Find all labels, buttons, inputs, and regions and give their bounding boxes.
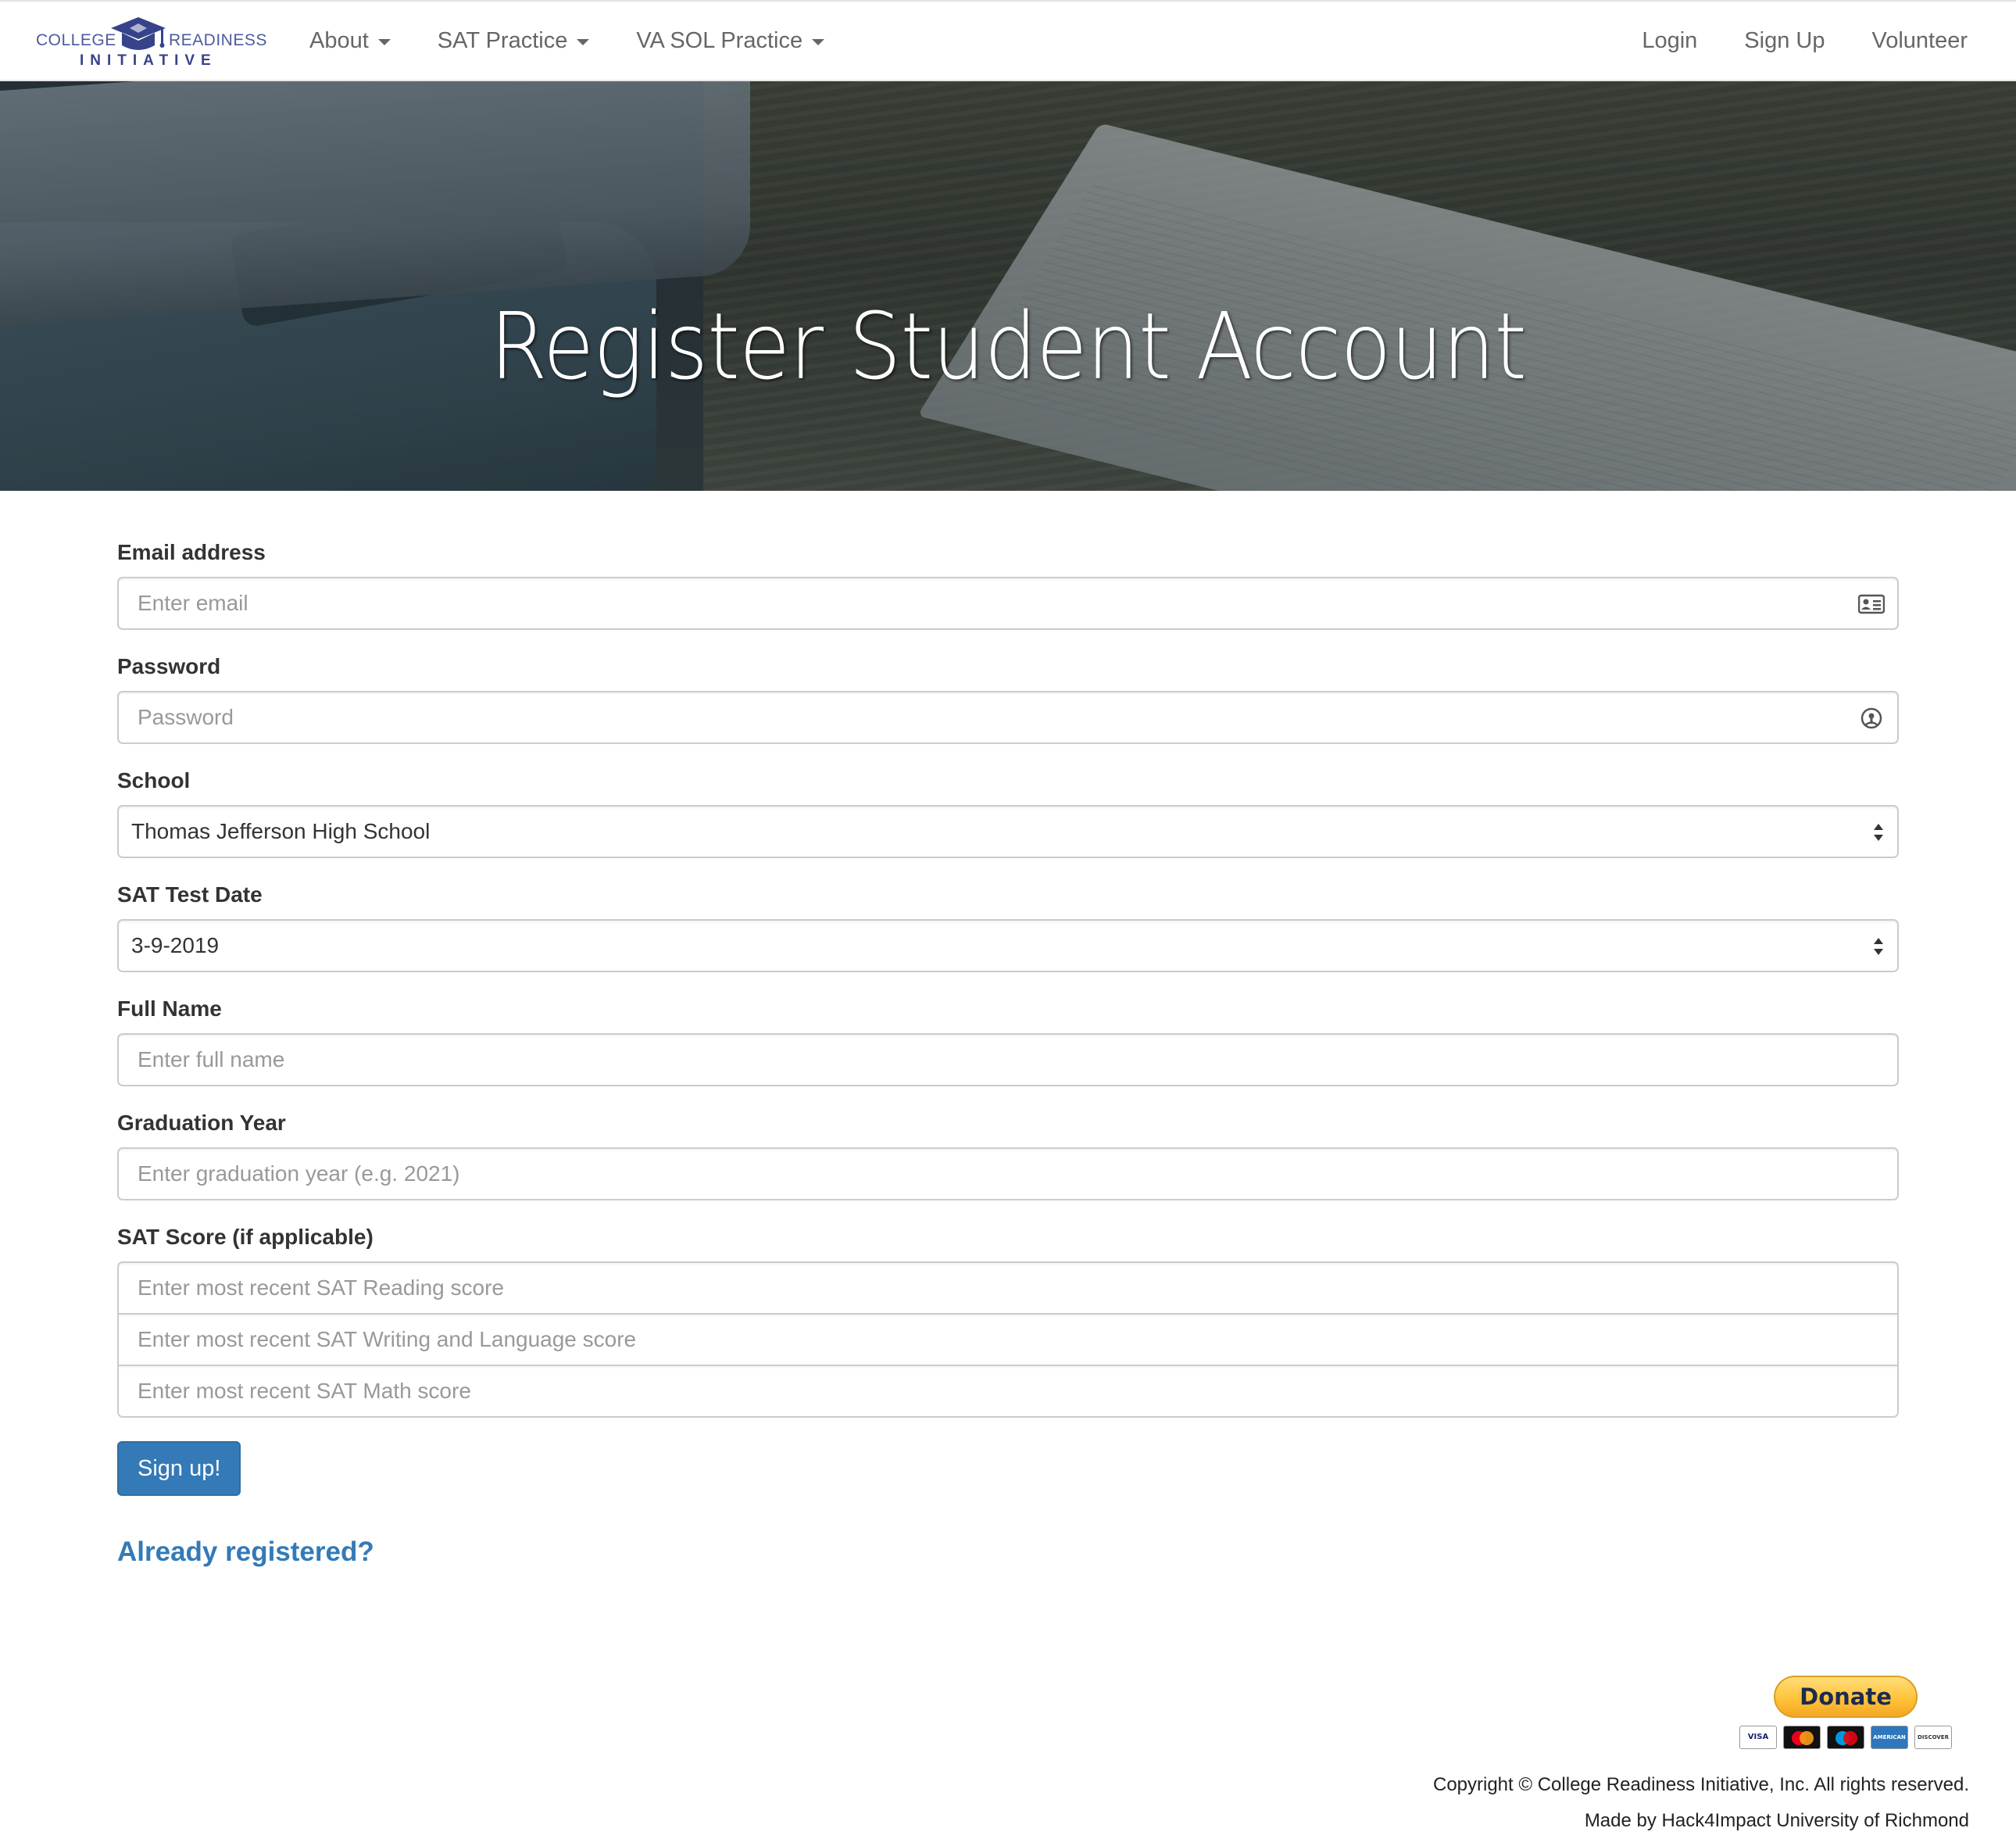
sat-math-field-wrapper — [117, 1365, 1899, 1418]
logo-word-initiative: INITIATIVE — [80, 52, 217, 69]
school-select[interactable]: Thomas Jefferson High School — [117, 805, 1899, 858]
graduation-cap-icon — [111, 17, 166, 50]
donate-button[interactable]: Donate — [1774, 1676, 1918, 1718]
caret-down-icon — [812, 39, 825, 45]
top-navbar: COLLEGE READINESS INITIATIVE About SAT P… — [0, 0, 2016, 81]
sat-math-field[interactable] — [119, 1366, 1897, 1416]
nav-va-sol-practice-dropdown[interactable]: VA SOL Practice — [636, 27, 825, 54]
already-registered-link[interactable]: Already registered? — [117, 1537, 1899, 1568]
primary-nav: About SAT Practice VA SOL Practice — [309, 2, 871, 80]
contact-card-icon[interactable] — [1858, 594, 1885, 614]
maestro-card-icon — [1827, 1726, 1864, 1749]
hero-banner: Register Student Account — [0, 81, 2016, 491]
select-arrows-icon — [1874, 938, 1883, 955]
amex-card-icon: AMERICAN EXPRESS — [1871, 1726, 1908, 1762]
email-field-wrapper — [117, 577, 1899, 630]
password-group: Password — [117, 653, 1899, 744]
sat-reading-field[interactable] — [119, 1263, 1897, 1313]
grad-year-field[interactable] — [119, 1149, 1897, 1199]
page-title: Register Student Account — [489, 292, 1527, 400]
footer-made-by: Made by Hack4Impact University of Richmo… — [1584, 1810, 1969, 1831]
school-group: School Thomas Jefferson High School — [117, 767, 1899, 858]
register-form: Email address Password Sch — [117, 539, 1899, 1568]
sat-writing-field-wrapper — [117, 1313, 1899, 1366]
discover-card-icon: DISCOVER — [1914, 1726, 1952, 1749]
password-key-icon[interactable] — [1858, 707, 1885, 730]
full-name-label: Full Name — [117, 996, 222, 1021]
password-field-wrapper — [117, 691, 1899, 744]
test-date-select[interactable]: 3-9-2019 — [117, 919, 1899, 972]
password-field[interactable] — [119, 692, 1897, 742]
full-name-field[interactable] — [119, 1035, 1897, 1085]
nav-sat-practice-dropdown[interactable]: SAT Practice — [438, 28, 590, 54]
sign-up-button[interactable]: Sign up! — [117, 1441, 241, 1496]
nav-about-label: About — [309, 27, 369, 53]
nav-va-sol-practice-label: VA SOL Practice — [636, 27, 803, 53]
grad-year-group: Graduation Year — [117, 1110, 1899, 1200]
nav-about-dropdown[interactable]: About — [309, 28, 391, 54]
hero-overlay — [0, 81, 2016, 491]
visa-card-icon: VISA — [1739, 1726, 1777, 1749]
email-label: Email address — [117, 540, 266, 564]
sat-score-label: SAT Score (if applicable) — [117, 1225, 374, 1249]
payment-cards: VISA AMERICAN EXPRESS DISCOVER — [1739, 1726, 1952, 1762]
full-name-group: Full Name — [117, 996, 1899, 1086]
school-label: School — [117, 768, 191, 792]
paypal-donate: Donate VISA AMERICAN EXPRESS DISCOVER — [1739, 1676, 1955, 1762]
caret-down-icon — [377, 39, 391, 45]
grad-year-label: Graduation Year — [117, 1111, 286, 1135]
password-label: Password — [117, 654, 221, 678]
grad-year-field-wrapper — [117, 1147, 1899, 1200]
logo-word-readiness: READINESS — [169, 31, 267, 49]
footer-copyright: Copyright © College Readiness Initiative… — [1432, 1774, 1969, 1795]
school-select-value: Thomas Jefferson High School — [131, 819, 431, 843]
email-group: Email address — [117, 539, 1899, 630]
sat-reading-field-wrapper — [117, 1261, 1899, 1315]
nav-sign-up-link[interactable]: Sign Up — [1744, 28, 1825, 54]
select-arrows-icon — [1874, 824, 1883, 841]
mastercard-icon — [1783, 1726, 1821, 1749]
account-nav: Login Sign Up Volunteer — [1595, 2, 1968, 80]
nav-login-link[interactable]: Login — [1642, 28, 1697, 54]
caret-down-icon — [577, 39, 590, 45]
test-date-group: SAT Test Date 3-9-2019 — [117, 882, 1899, 972]
email-field[interactable] — [119, 578, 1897, 628]
logo-word-college: COLLEGE — [36, 31, 116, 49]
test-date-select-value: 3-9-2019 — [131, 933, 220, 957]
full-name-field-wrapper — [117, 1033, 1899, 1086]
sat-score-group: SAT Score (if applicable) — [117, 1224, 1899, 1418]
nav-volunteer-link[interactable]: Volunteer — [1871, 28, 1968, 54]
nav-sat-practice-label: SAT Practice — [437, 27, 568, 53]
college-readiness-logo[interactable]: COLLEGE READINESS INITIATIVE — [34, 14, 266, 72]
sat-writing-field[interactable] — [119, 1315, 1897, 1365]
sat-score-inputs — [117, 1261, 1899, 1418]
test-date-label: SAT Test Date — [117, 882, 263, 907]
